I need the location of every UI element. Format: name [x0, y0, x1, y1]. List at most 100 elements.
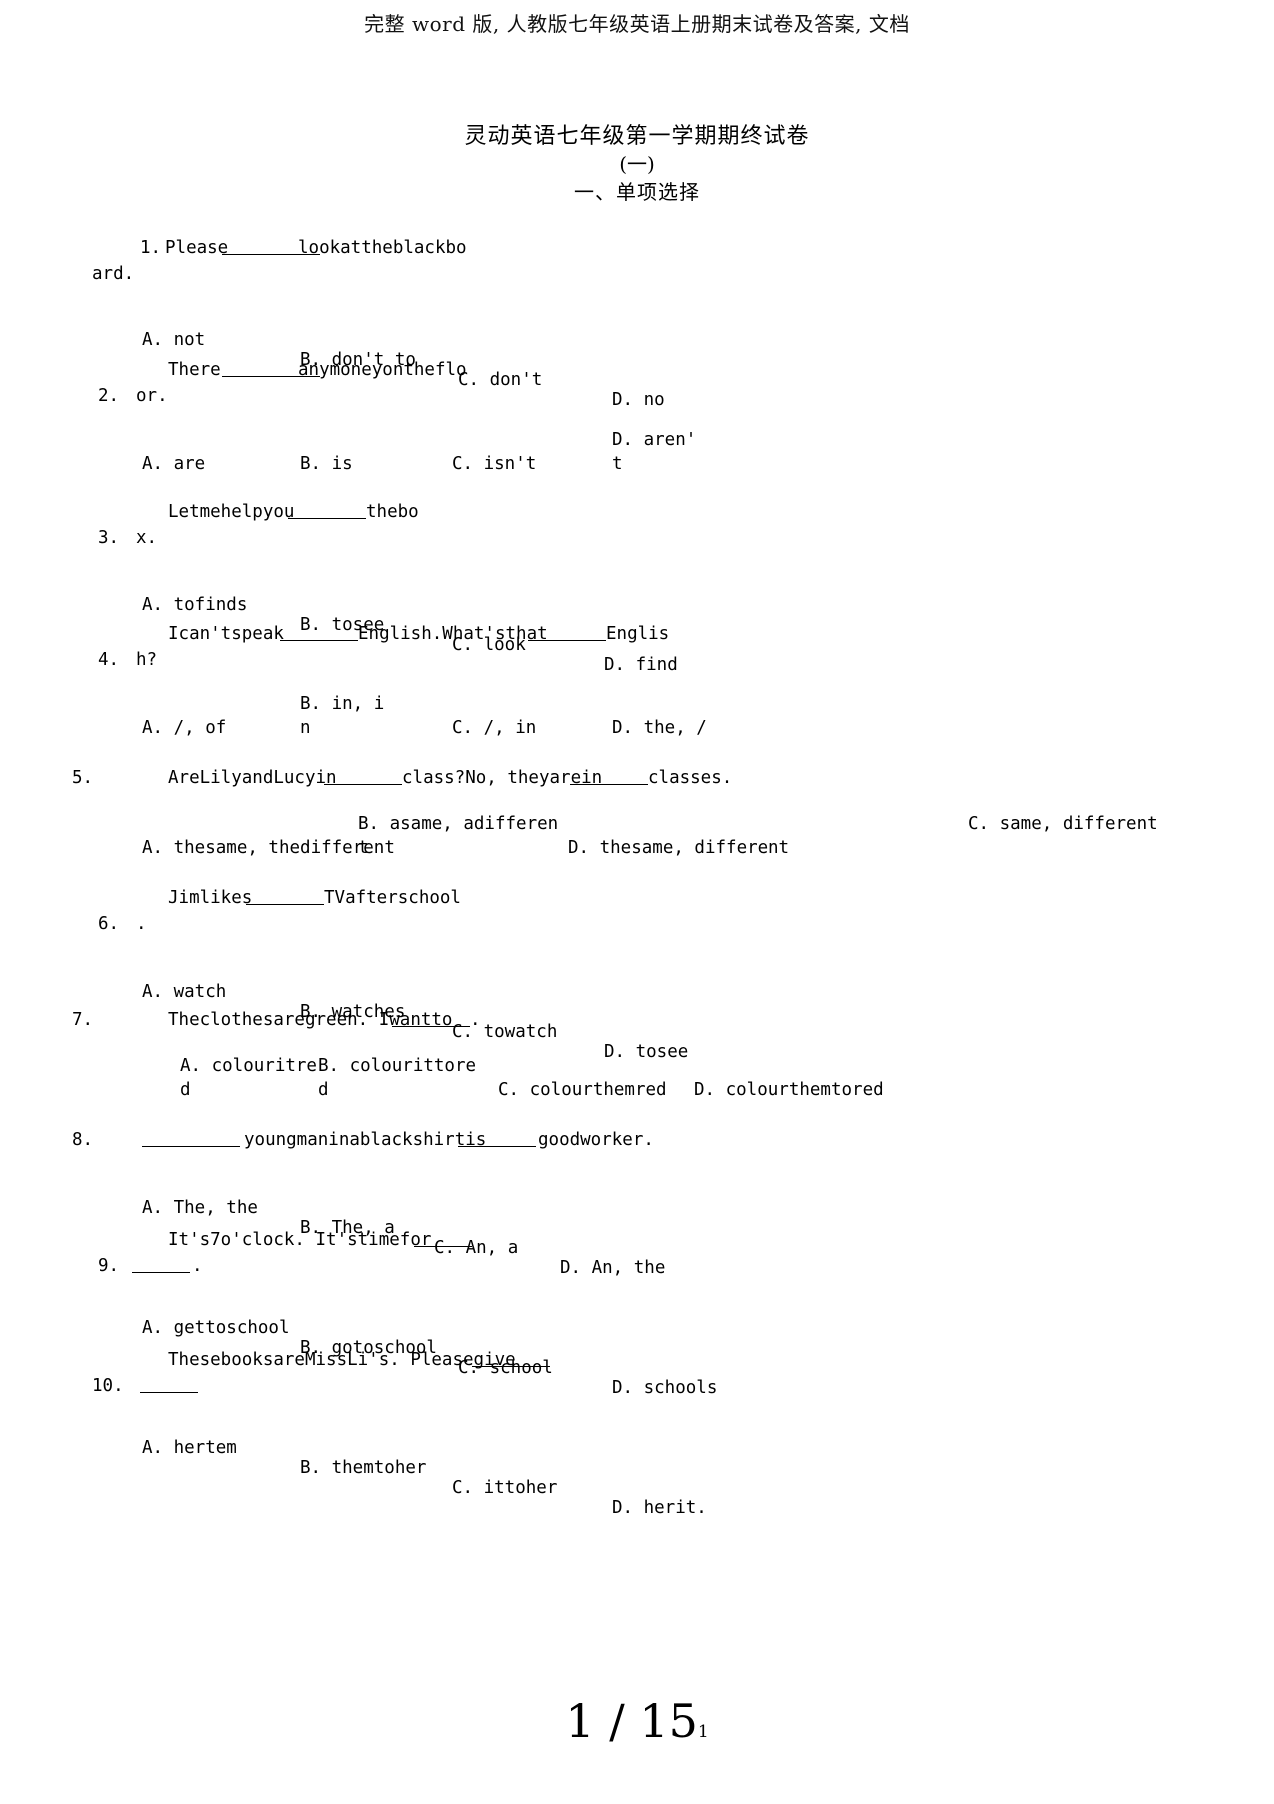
question-stem-part: Please — [165, 238, 229, 258]
question-stem-part: It's7o'clock. It'stimefor — [168, 1230, 432, 1250]
option-b[interactable]: B. themtoher — [300, 1458, 426, 1478]
option-c[interactable]: C. /, in — [452, 718, 536, 738]
question-stem-part: youngmaninablackshirtis — [244, 1130, 487, 1150]
answer-blank[interactable] — [528, 640, 606, 641]
page-number-suffix: 1 — [697, 1722, 709, 1742]
question-stem-part: goodworker. — [538, 1130, 654, 1150]
option-d[interactable]: D. aren' — [612, 430, 696, 450]
question-stem-wrap: ard. — [92, 264, 135, 284]
question-stem-part: Englis — [606, 624, 670, 644]
question-number: 4. — [98, 650, 120, 670]
question-stem-wrap: or. — [136, 386, 168, 406]
option-row: A. The, the B. The, a C. An, a D. An, th… — [0, 1178, 1274, 1278]
option-c[interactable]: C. isn't — [452, 454, 536, 474]
option-b-wrap: n — [300, 718, 311, 738]
option-a[interactable]: A. are — [142, 454, 205, 474]
option-row: B. in, i A. /, of n C. /, in D. the, / — [0, 694, 1274, 754]
option-row: A. gettoschool B. gotoschool C. school D… — [0, 1298, 1274, 1398]
answer-blank[interactable] — [280, 640, 358, 641]
question-item: There anymoneyontheflo 2. or. — [0, 358, 1274, 436]
question-item: 5. AreLilyandLucyin class?No, theyarein … — [0, 766, 1274, 806]
option-b[interactable]: B. asame, adifferen — [358, 814, 558, 834]
option-a[interactable]: A. hertem — [142, 1438, 237, 1458]
option-d-wrap: t — [612, 454, 623, 474]
option-row: A. hertem B. themtoher C. ittoher D. her… — [0, 1418, 1274, 1518]
answer-blank-wrap[interactable] — [132, 1272, 190, 1273]
option-row: D. aren' A. are B. is C. isn't t — [0, 430, 1274, 490]
question-stem-wrap: . — [136, 914, 147, 934]
question-stem-part: TVafterschool — [324, 888, 461, 908]
answer-blank[interactable] — [458, 1146, 536, 1147]
option-a[interactable]: A. watch — [142, 982, 226, 1002]
page-title: 灵动英语七年级第一学期期终试卷 — [464, 124, 810, 149]
option-row: A. watch B. watches C. towatch D. tosee — [0, 962, 1274, 1062]
page-subtitle: (一) — [619, 152, 655, 176]
question-stem-part: classes. — [648, 768, 733, 788]
question-item: Jimlikes TVafterschool 6. . — [0, 886, 1274, 964]
option-d[interactable]: C. same, different — [968, 814, 1158, 834]
option-c[interactable]: C. ittoher — [452, 1478, 557, 1498]
question-stem-part: thebo — [366, 502, 419, 522]
answer-blank[interactable] — [570, 784, 648, 785]
option-b-wrap: t — [358, 838, 369, 858]
option-d[interactable]: D. herit. — [612, 1498, 707, 1518]
option-a[interactable]: A. gettoschool — [142, 1318, 290, 1338]
question-stem-part: class?No, theyarein — [402, 768, 603, 788]
option-row: A. tofinds B. tosee C. look D. find — [0, 575, 1274, 675]
option-b[interactable]: B. colourittore — [318, 1056, 476, 1076]
answer-blank[interactable] — [392, 1026, 470, 1027]
option-d[interactable]: D. the, / — [612, 718, 707, 738]
section-heading: 一、单项选择 — [574, 180, 700, 204]
question-stem-part: . — [470, 1010, 481, 1030]
option-row: A. colouritre B. colourittore d d C. col… — [0, 1056, 1274, 1116]
question-number: 7. — [72, 1010, 94, 1030]
question-number: 6. — [98, 914, 120, 934]
option-b[interactable]: B. in, i — [300, 694, 384, 714]
question-item: ThesebooksareMissLi's. Pleasegive 10. — [0, 1348, 1274, 1426]
question-stem-part: Letmehelpyou — [168, 502, 295, 522]
option-a[interactable]: A. not — [142, 330, 205, 350]
question-stem-part: There — [168, 360, 221, 380]
answer-blank[interactable] — [472, 1366, 550, 1367]
question-stem-wrap: x. — [136, 528, 158, 548]
answer-blank[interactable] — [414, 1246, 472, 1247]
option-a-wrap: d — [180, 1080, 191, 1100]
option-b[interactable]: B. is — [300, 454, 353, 474]
question-stem-part: Jimlikes — [168, 888, 253, 908]
question-item: 8. youngmaninablackshirtis goodworker. — [0, 1128, 1274, 1168]
question-number: 9. — [98, 1256, 120, 1276]
page-footer: 1 / 151 — [0, 1694, 1274, 1748]
option-row: B. asame, adifferen C. same, different A… — [0, 814, 1274, 874]
option-d-wrap: nt — [768, 838, 790, 858]
question-item: 7. Theclothesaregreen. Iwantto . — [0, 1008, 1274, 1048]
question-item: 1. Please lookattheblackbo ard. — [0, 236, 1274, 314]
question-item: It's7o'clock. It'stimefor 9. . — [0, 1228, 1274, 1306]
option-a[interactable]: A. tofinds — [142, 595, 247, 615]
answer-blank[interactable] — [324, 784, 402, 785]
option-row: A. not B. don't to C. don't D. no — [0, 310, 1274, 410]
option-a[interactable]: A. The, the — [142, 1198, 258, 1218]
option-d[interactable]: D. colourthemtored — [694, 1080, 884, 1100]
question-item: Letmehelpyou thebo 3. x. — [0, 500, 1274, 578]
option-a[interactable]: A. thesame, thedifferent — [142, 838, 395, 858]
question-stem-part: English.What'sthat — [358, 624, 548, 644]
question-number: 10. — [92, 1376, 124, 1396]
option-b-wrap: d — [318, 1080, 329, 1100]
option-c[interactable]: D. thesame, differe — [568, 838, 768, 858]
question-item: Ican'tspeak English.What'sthat Englis 4.… — [0, 622, 1274, 700]
answer-blank-wrap[interactable] — [140, 1392, 198, 1393]
answer-blank[interactable] — [246, 904, 324, 905]
option-c[interactable]: C. colourthemred — [498, 1080, 667, 1100]
answer-blank[interactable] — [142, 1146, 240, 1147]
question-stem-part: Ican'tspeak — [168, 624, 284, 644]
question-number: 1. — [140, 238, 162, 258]
page-number: 1 / 15 — [565, 1694, 698, 1748]
question-number: 8. — [72, 1130, 94, 1150]
question-stem-part: anymoneyontheflo — [298, 360, 467, 380]
option-a[interactable]: A. colouritre — [180, 1056, 317, 1076]
answer-blank[interactable] — [288, 518, 366, 519]
document-breadcrumb: 完整 word 版, 人教版七年级英语上册期末试卷及答案, 文档 — [364, 12, 910, 36]
question-stem-wrap: . — [192, 1256, 203, 1276]
question-stem-part: lookattheblackbo — [298, 238, 467, 258]
option-a[interactable]: A. /, of — [142, 718, 226, 738]
